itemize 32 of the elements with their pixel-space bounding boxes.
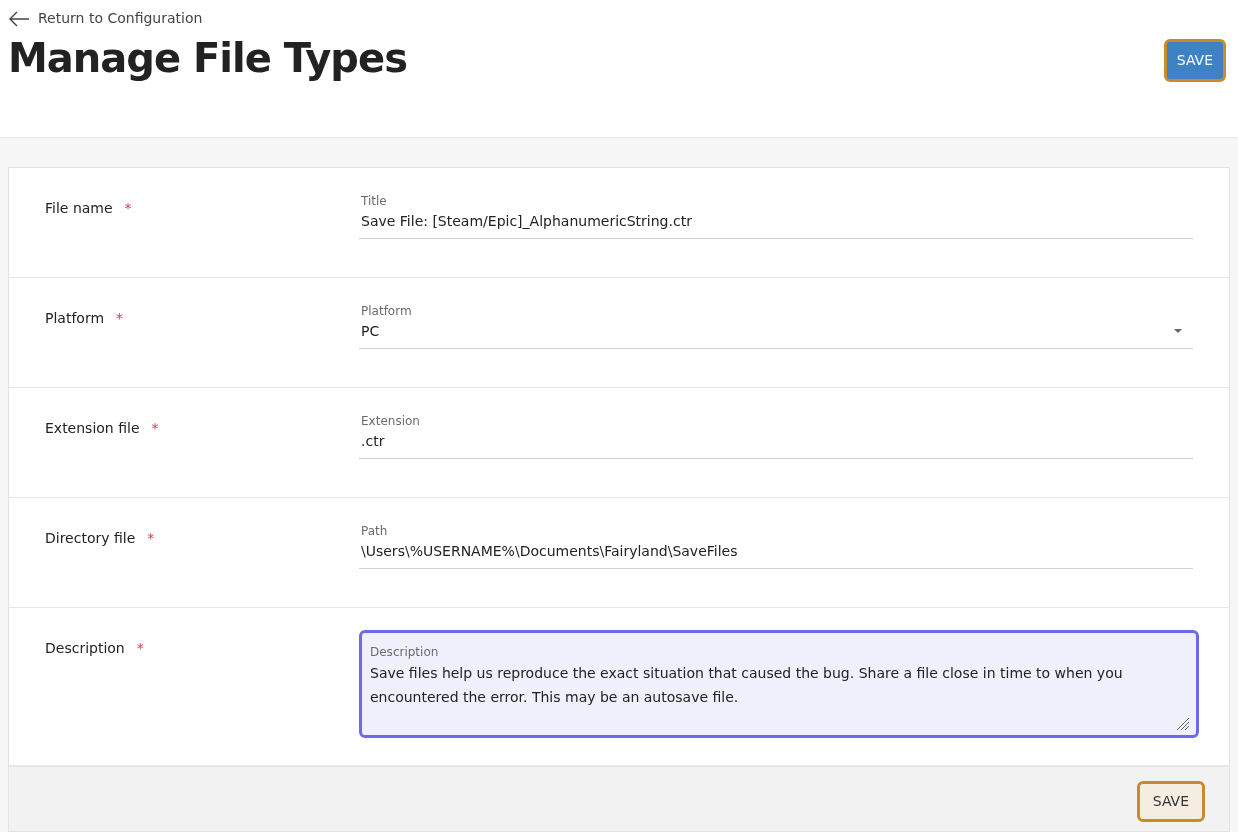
field-value: \Users\%USERNAME%\Documents\Fairyland\SaveFiles <box>361 542 738 561</box>
required-mark: * <box>151 419 159 438</box>
field-label: Description <box>45 639 125 658</box>
field-caption: Platform <box>361 303 413 320</box>
required-mark: * <box>136 639 144 658</box>
text-field[interactable]: Extension .ctr <box>359 412 1193 459</box>
field-value: Save File: [Steam/Epic]_AlphanumericString.ctr <box>361 212 692 231</box>
field-label: Extension file <box>45 419 140 438</box>
description-textarea[interactable]: Description Save files help us reproduce the exact situation that caused the bug. Share a file close in time to when you encountered the error. This may be an autosave file. <box>359 630 1199 738</box>
field-label: File name <box>45 199 113 218</box>
field-caption: Path <box>361 523 389 540</box>
field-caption: Title <box>361 193 388 210</box>
required-mark: * <box>116 309 124 328</box>
field-label: Platform <box>45 309 105 328</box>
field-value: PC <box>361 322 380 341</box>
resize-handle-icon[interactable] <box>1176 717 1190 731</box>
platform-dropdown[interactable]: Platform PC <box>359 302 1193 349</box>
text-field[interactable]: Path \Users\%USERNAME%\Documents\Fairyland\SaveFiles <box>359 522 1193 569</box>
required-mark: * <box>147 529 155 548</box>
field-label: Directory file <box>45 529 136 548</box>
field-caption: Extension <box>361 413 421 430</box>
field-caption: Description <box>370 644 440 661</box>
page-title: Manage File Types <box>8 34 407 83</box>
arrow-left-icon <box>8 10 30 27</box>
text-field[interactable]: Title Save File: [Steam/Epic]_AlphanumericString.ctr <box>359 192 1193 239</box>
dropdown-caret-icon <box>1173 328 1183 334</box>
textarea-text: Save files help us reproduce the exact situation that caused the bug. Share a file close in time to when you encountered the error. This may be an autosave file. <box>370 664 1124 707</box>
back-link[interactable]: Return to Configuration <box>8 8 203 29</box>
required-mark: * <box>124 199 132 218</box>
save-button[interactable]: SAVE <box>1163 39 1226 82</box>
save-button[interactable]: SAVE <box>1136 781 1205 822</box>
field-value: .ctr <box>361 432 385 451</box>
